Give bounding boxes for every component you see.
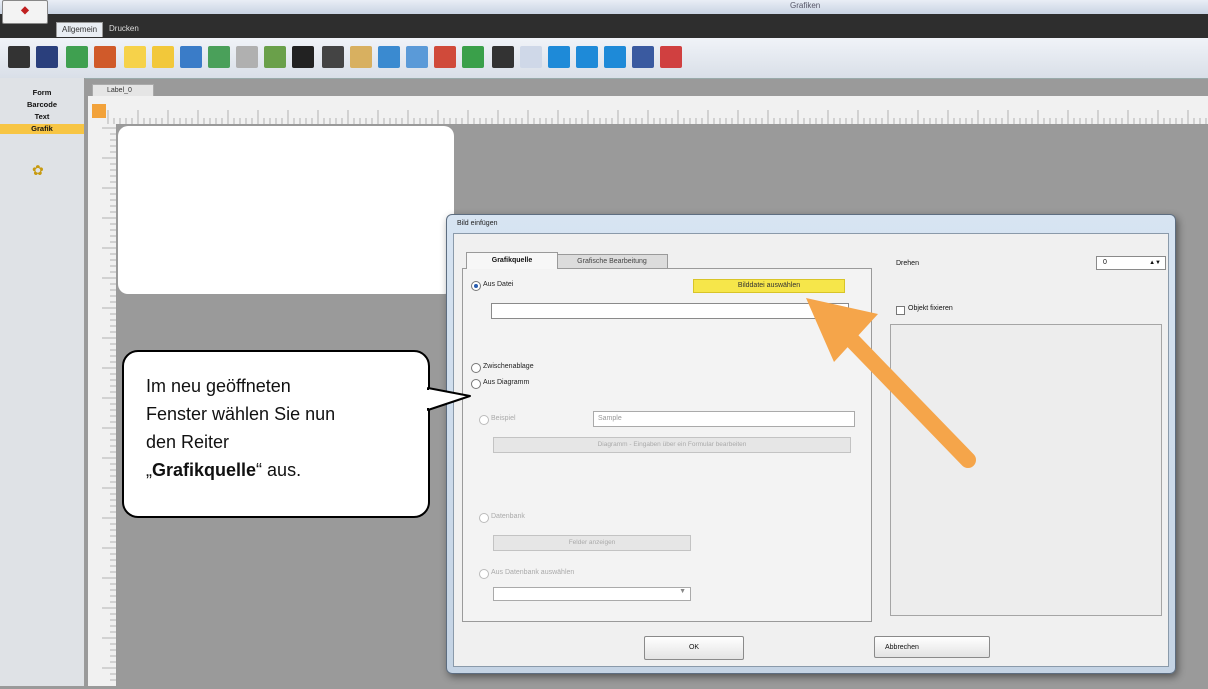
cross-icon[interactable] <box>378 46 400 68</box>
label-fix-object: Objekt fixieren <box>908 305 953 312</box>
beispiel-input[interactable]: Sample <box>593 411 855 427</box>
redo-icon[interactable] <box>462 46 484 68</box>
file-path-input[interactable] <box>491 303 849 319</box>
delete-icon[interactable] <box>406 46 428 68</box>
dialog-title: Bild einfügen <box>457 220 498 227</box>
label-beispiel: Beispiel <box>491 415 516 422</box>
tree-icon[interactable] <box>208 46 230 68</box>
align-right-icon[interactable] <box>604 46 626 68</box>
horizontal-ruler <box>88 96 1208 125</box>
panel-item-text[interactable]: Text <box>0 112 84 122</box>
radio-zwischenablage[interactable] <box>471 363 481 373</box>
panel-item-grafik[interactable]: Grafik <box>0 124 84 134</box>
vertical-ruler <box>88 124 117 686</box>
ruler-unit <box>92 104 106 118</box>
image-tool-icon[interactable]: ✿ <box>32 162 44 179</box>
display-icon[interactable] <box>292 46 314 68</box>
search-icon[interactable] <box>180 46 202 68</box>
radio-aus-datenbank[interactable] <box>479 569 489 579</box>
printer-icon[interactable] <box>236 46 258 68</box>
ruler-ticks-vertical <box>102 127 116 681</box>
label-datenbank: Datenbank <box>491 513 525 520</box>
diagram-edit-button[interactable]: Diagramm - Eingaben über ein Formular be… <box>493 437 851 453</box>
chevron-down-icon: ▼ <box>679 588 686 595</box>
ribbon-tabstrip: Allgemein Drucken <box>0 14 1208 38</box>
fix-object-checkbox[interactable] <box>896 306 905 315</box>
app-logo-icon[interactable]: ◆ <box>2 0 48 24</box>
pointer-icon[interactable] <box>632 46 654 68</box>
open-icon[interactable] <box>36 46 58 68</box>
toolbar <box>0 38 1208 79</box>
radio-aus-diagramm[interactable] <box>471 379 481 389</box>
label-zwischenablage: Zwischenablage <box>483 363 534 370</box>
grid-icon[interactable] <box>492 46 514 68</box>
window-title: Grafiken <box>790 1 821 10</box>
align-left-icon[interactable] <box>548 46 570 68</box>
tab-grafikquelle[interactable]: Grafikquelle <box>466 252 558 269</box>
tab-drucken[interactable]: Drucken <box>104 22 144 36</box>
ok-button[interactable]: OK <box>644 636 744 660</box>
label-icon[interactable] <box>152 46 174 68</box>
options-pane: Drehen 0 ▲▼ Objekt fixieren <box>874 234 1166 620</box>
callout-line-3: den Reiter <box>146 432 230 452</box>
callout-line-2: Fenster wählen Sie nun <box>146 404 336 424</box>
label-aus-diagramm: Aus Diagramm <box>483 379 530 386</box>
new-icon[interactable] <box>8 46 30 68</box>
instruction-callout: Im neu geöffneten Fenster wählen Sie nun… <box>122 350 430 518</box>
dialog-body: Grafikquelle Grafische Bearbeitung Aus D… <box>453 233 1169 667</box>
align-center-icon[interactable] <box>576 46 598 68</box>
show-fields-button[interactable]: Felder anzeigen <box>493 535 691 551</box>
cancel-button[interactable]: Abbrechen <box>874 636 990 658</box>
insert-image-dialog: Bild einfügen Grafikquelle Grafische Bea… <box>446 214 1176 674</box>
panel-item-form[interactable]: Form <box>0 88 84 98</box>
spin-icon[interactable]: ▲▼ <box>1149 257 1161 269</box>
panel-item-barcode[interactable]: Barcode <box>0 100 84 110</box>
undo-icon[interactable] <box>434 46 456 68</box>
rotation-value: 0 <box>1103 259 1107 266</box>
callout-line-4: „Grafikquelle“ aus. <box>146 456 406 484</box>
copy-icon[interactable] <box>322 46 344 68</box>
label-aus-datei: Aus Datei <box>483 281 514 288</box>
callout-bold-term: Grafikquelle <box>152 460 257 480</box>
object-panel: Form Barcode Text Grafik ✿ <box>0 78 85 686</box>
import-icon[interactable] <box>66 46 88 68</box>
source-group: Aus Datei Bilddatei auswählen Zwischenab… <box>462 268 872 622</box>
paste-icon[interactable] <box>350 46 372 68</box>
callout-quote-close: “ aus. <box>256 460 302 480</box>
label-aus-datenbank: Aus Datenbank auswählen <box>491 569 575 576</box>
export-icon[interactable] <box>94 46 116 68</box>
radio-beispiel[interactable] <box>479 415 489 425</box>
label-canvas[interactable] <box>118 126 454 294</box>
radio-aus-datei[interactable] <box>471 281 481 291</box>
rotation-stepper[interactable]: 0 ▲▼ <box>1096 256 1166 270</box>
tab-grafische-bearbeitung[interactable]: Grafische Bearbeitung <box>556 254 668 269</box>
label-drehen: Drehen <box>896 260 919 267</box>
database-select[interactable]: ▼ <box>493 587 691 601</box>
stop-icon[interactable] <box>660 46 682 68</box>
rectangle-icon[interactable] <box>124 46 146 68</box>
select-image-file-button[interactable]: Bilddatei auswählen <box>693 279 845 293</box>
layers-icon[interactable] <box>264 46 286 68</box>
page-icon[interactable] <box>520 46 542 68</box>
ruler-ticks <box>107 110 1207 124</box>
callout-line-1: Im neu geöffneten <box>146 376 291 396</box>
title-bar: Grafiken <box>0 0 1208 14</box>
tab-allgemein[interactable]: Allgemein <box>56 22 104 37</box>
radio-datenbank[interactable] <box>479 513 489 523</box>
image-preview <box>890 324 1162 616</box>
